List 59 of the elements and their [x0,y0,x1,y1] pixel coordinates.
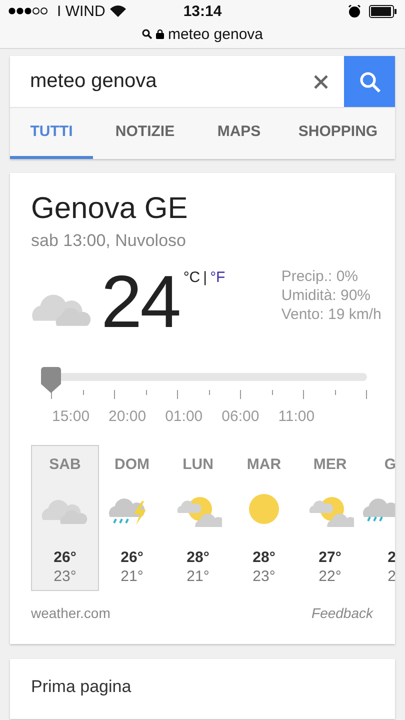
hour-label: 20:00 [108,408,146,425]
hour-label: 15:00 [52,408,90,425]
weather-detail: Vento: 19 km/h [281,305,382,324]
hour-label: 06:00 [222,408,260,425]
battery-icon [369,4,397,18]
high-temperature: 2 [388,549,395,566]
day-name: LUN [182,456,214,473]
clear-button[interactable] [298,56,344,107]
tab[interactable]: SHOPPING [281,108,395,159]
weather-detail: Umidità: 90% [281,286,372,305]
low-temperature: 22° [318,568,342,585]
current-temperature: 24 [101,265,180,339]
unit-toggle[interactable]: °C [183,269,200,286]
high-temperature: 27° [318,549,342,566]
high-temperature: 28° [186,549,210,566]
section-title: Prima pagina [31,677,132,696]
forecast-day[interactable]: G 2 2 [363,445,395,591]
hour-label: 11:00 [278,408,315,425]
weather-detail: Precip.: 0% [281,267,360,286]
day-name: G [384,456,395,473]
source-link[interactable]: weather.com [31,605,110,621]
low-temperature: 2 [388,568,395,585]
forecast-day[interactable]: LUN 28° 21° [165,445,231,591]
day-name: DOM [114,456,150,473]
forecast-day[interactable]: MAR 28° 23° [231,445,297,591]
hour-label: 01:00 [165,408,203,425]
wifi-icon [110,5,126,17]
low-temperature: 23° [252,568,276,585]
address-bar[interactable]: meteo genova [168,26,264,42]
forecast-day[interactable]: DOM 26° 21° [99,445,165,591]
lock-icon [156,29,164,39]
forecast-day[interactable]: SAB 26° 23° [31,445,99,591]
high-temperature: 26° [54,549,76,566]
alarm-clock-icon [348,4,361,18]
tab[interactable]: MAPS [197,108,281,159]
day-name: SAB [49,456,81,473]
clock-time: 13:14 [183,2,222,20]
timeline-slider[interactable] [41,367,367,393]
forecast-day[interactable]: MER 27° 22° [297,445,363,591]
weather-subtitle: sab 13:00, Nuvoloso [31,231,187,251]
location-title: Genova GE [31,191,189,227]
low-temperature: 23° [54,568,76,585]
high-temperature: 28° [252,549,276,566]
search-button[interactable] [344,56,395,107]
search-field[interactable]: meteo genova [10,56,298,107]
feedback-link[interactable]: Feedback [312,605,373,621]
search-icon [358,70,380,92]
slider-thumb[interactable] [41,367,61,393]
unit-toggle[interactable]: °F [210,269,226,286]
low-temperature: 21° [120,568,144,585]
close-icon [314,74,328,88]
search-icon [142,29,152,39]
day-name: MAR [246,456,282,473]
day-name: MER [313,456,347,473]
low-temperature: 21° [186,568,210,585]
unit-separator: | [203,269,208,286]
high-temperature: 26° [120,549,144,566]
carrier-name: I WIND [57,2,106,20]
tab[interactable]: NOTIZIE [93,108,197,159]
